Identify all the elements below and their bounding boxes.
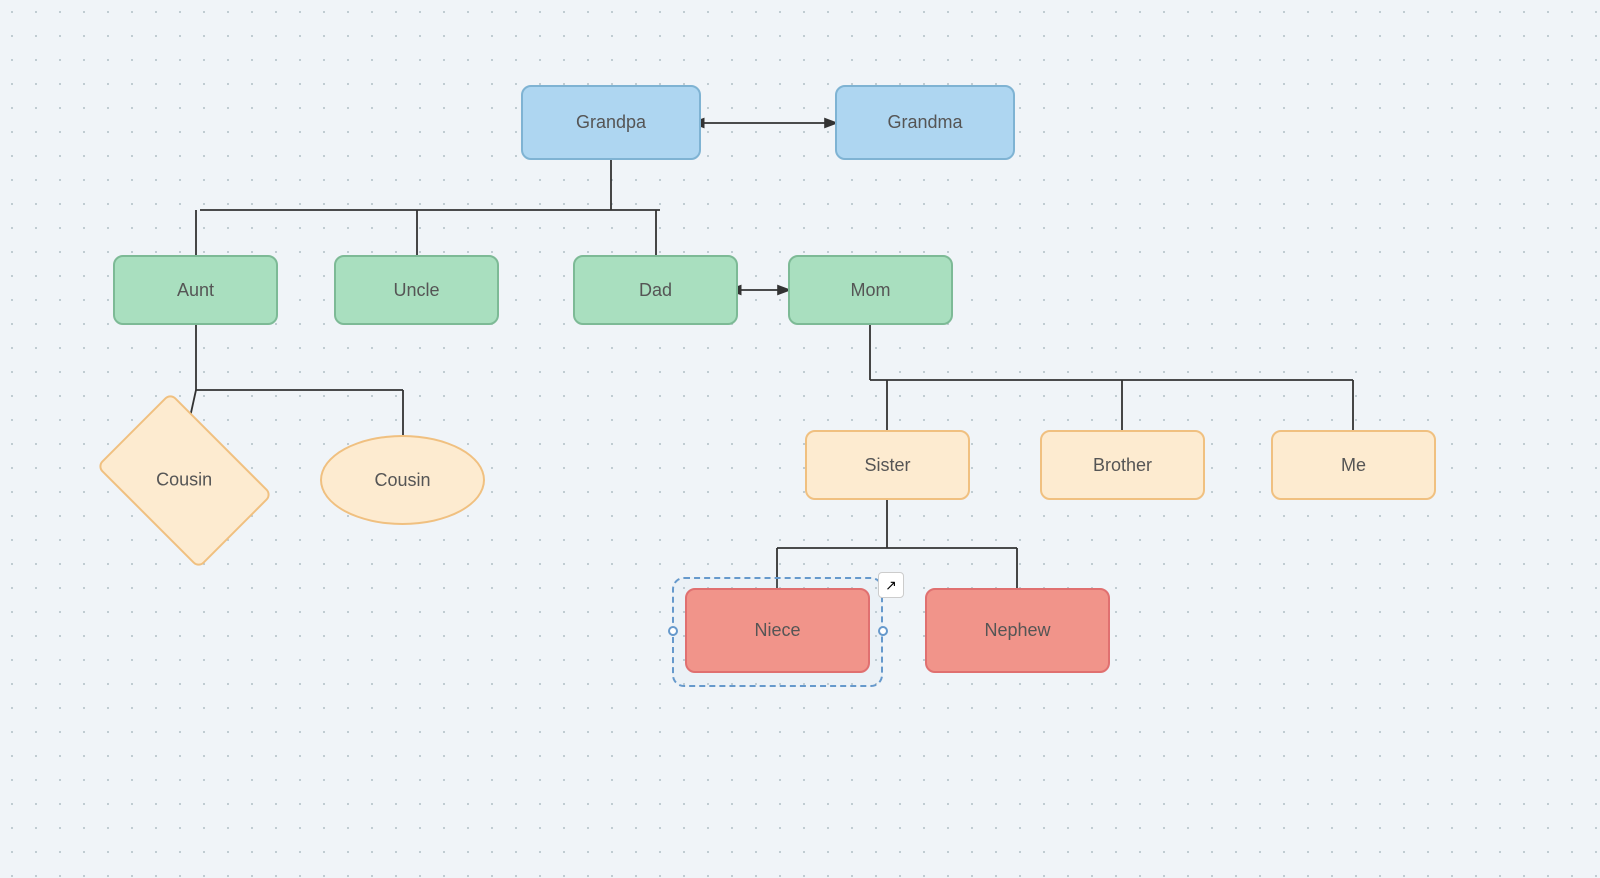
mom-label: Mom [851,280,891,301]
grandpa-node[interactable]: Grandpa [521,85,701,160]
aunt-node[interactable]: Aunt [113,255,278,325]
brother-label: Brother [1093,455,1152,476]
dad-label: Dad [639,280,672,301]
uncle-label: Uncle [393,280,439,301]
grandma-label: Grandma [887,112,962,133]
cousin1-label: Cousin [156,470,212,491]
aunt-label: Aunt [177,280,214,301]
action-icon: ↗ [885,577,897,594]
brother-node[interactable]: Brother [1040,430,1205,500]
dad-node[interactable]: Dad [573,255,738,325]
niece-node[interactable]: Niece [685,588,870,673]
grandma-node[interactable]: Grandma [835,85,1015,160]
niece-label: Niece [754,620,800,641]
mom-node[interactable]: Mom [788,255,953,325]
me-node[interactable]: Me [1271,430,1436,500]
uncle-node[interactable]: Uncle [334,255,499,325]
nephew-label: Nephew [984,620,1050,641]
action-button[interactable]: ↗ [878,572,904,598]
handle-right[interactable] [878,626,888,636]
handle-left[interactable] [668,626,678,636]
sister-node[interactable]: Sister [805,430,970,500]
nephew-node[interactable]: Nephew [925,588,1110,673]
cousin1-node[interactable]: Cousin [96,392,273,569]
grandpa-label: Grandpa [576,112,646,133]
sister-label: Sister [864,455,910,476]
cousin2-label: Cousin [374,470,430,491]
cousin2-node[interactable]: Cousin [320,435,485,525]
me-label: Me [1341,455,1366,476]
